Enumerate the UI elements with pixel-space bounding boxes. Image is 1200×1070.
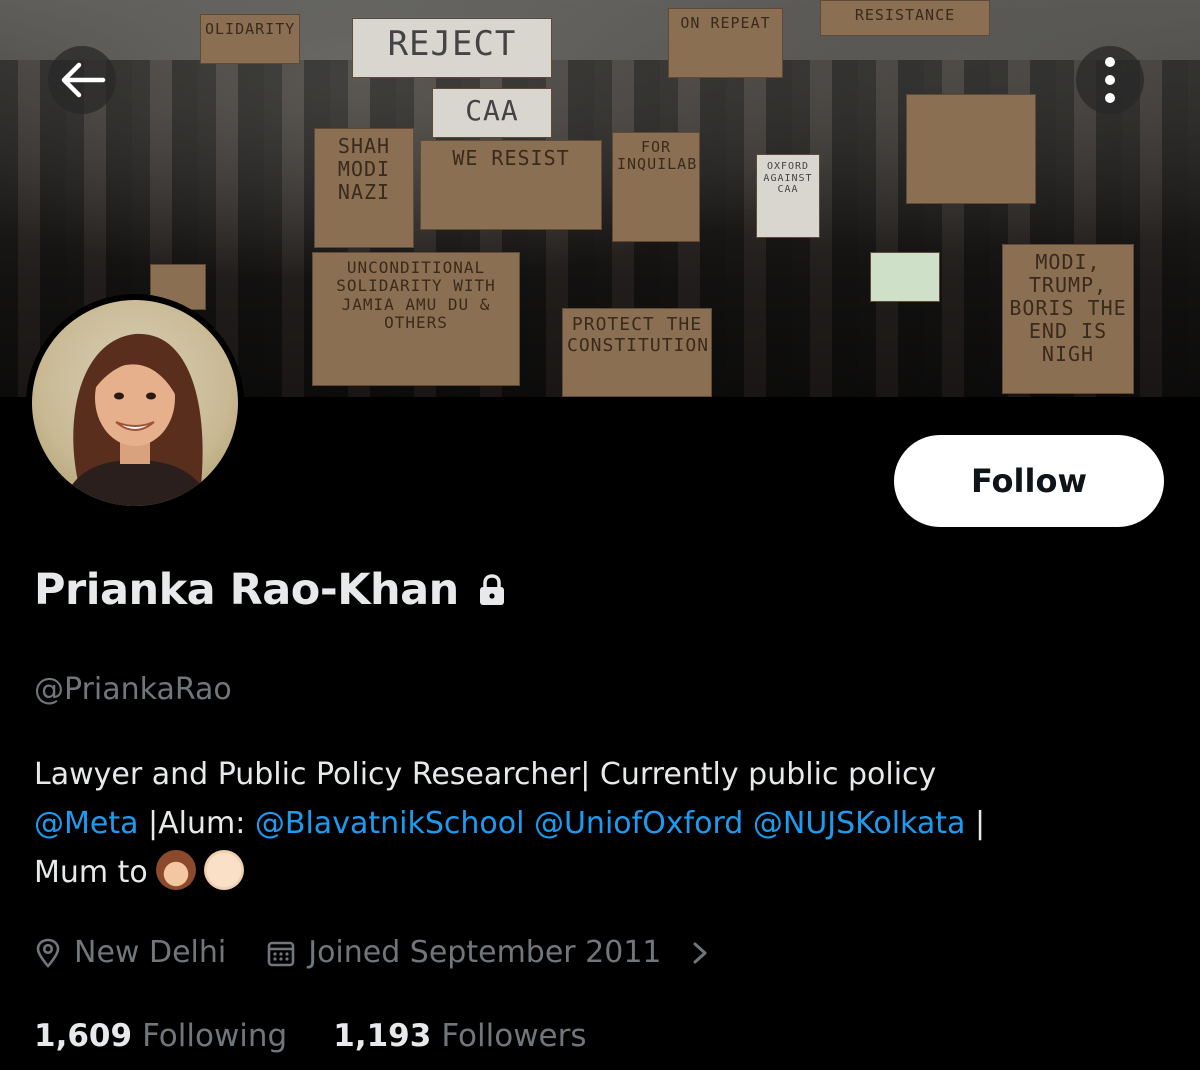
banner-sign: OLIDARITY [200, 14, 300, 64]
chevron-right-icon [693, 942, 707, 963]
location-text: New Delhi [74, 935, 227, 970]
profile-stats-row: 1,609 Following 1,193 Followers [34, 1018, 633, 1054]
follow-button[interactable]: Follow [894, 435, 1164, 527]
bio-text: | [965, 806, 986, 841]
location-pin-icon [36, 938, 60, 968]
bio-text: Lawyer and Public Policy Researcher| Cur… [34, 757, 937, 792]
profile-avatar[interactable] [26, 294, 244, 512]
lock-icon [479, 574, 504, 605]
bio-text: |Alum: [138, 806, 255, 841]
more-vertical-icon [1105, 57, 1115, 103]
banner-sign: PROTECT THE CONSTITUTION [562, 308, 712, 397]
banner-sign: UNCONDITIONAL SOLIDARITY WITH JAMIA AMU … [312, 252, 520, 386]
banner-sign: WE RESIST [420, 140, 602, 230]
mention-nujskolkata-link[interactable]: @NUJSKolkata [753, 806, 966, 841]
banner-sign [906, 94, 1036, 204]
banner-sign: SHAH MODI NAZI [314, 128, 414, 248]
joined-text: Joined September 2011 [308, 935, 662, 970]
bio-text: Mum to [34, 855, 148, 890]
profile-name-row: Prianka Rao-Khan [34, 565, 507, 615]
calendar-icon [267, 941, 295, 966]
profile-joined[interactable]: Joined September 2011 [266, 935, 711, 970]
banner-sign: OXFORD AGAINST CAA [756, 154, 820, 238]
banner-sign: MODI, TRUMP, BORIS THE END IS NIGH [1002, 244, 1134, 394]
followers-count: 1,193 [333, 1018, 432, 1054]
baby-emoji-icon [203, 850, 244, 890]
profile-name: Prianka Rao-Khan [34, 565, 459, 615]
followers-label: Followers [441, 1018, 587, 1054]
profile-handle: @PriankaRao [34, 672, 232, 707]
girl-emoji-icon [155, 850, 196, 890]
banner-sign: FOR INQUILAB [612, 132, 700, 242]
profile-meta-row: New Delhi Joined September 2011 [34, 935, 752, 970]
back-button[interactable] [48, 46, 116, 114]
banner-sign: CAA [432, 88, 552, 138]
banner-sign: REJECT [352, 18, 552, 78]
banner-sign: ON REPEAT [668, 8, 783, 78]
following-label: Following [142, 1018, 288, 1054]
mention-blavatnikschool-link[interactable]: @BlavatnikSchool [255, 806, 525, 841]
following-count: 1,609 [34, 1018, 133, 1054]
banner-sign: RESISTANCE [820, 0, 990, 36]
profile-location: New Delhi [34, 935, 226, 970]
mention-uniofoxford-link[interactable]: @UniofOxford [534, 806, 743, 841]
profile-bio: Lawyer and Public Policy Researcher| Cur… [34, 750, 1174, 897]
following-link[interactable]: 1,609 Following [34, 1018, 287, 1054]
mention-meta-link[interactable]: @Meta [34, 806, 139, 841]
avatar-photo [32, 300, 238, 506]
more-options-button[interactable] [1076, 46, 1144, 114]
banner-sign [870, 252, 940, 302]
followers-link[interactable]: 1,193 Followers [333, 1018, 586, 1054]
back-arrow-icon [61, 62, 106, 98]
